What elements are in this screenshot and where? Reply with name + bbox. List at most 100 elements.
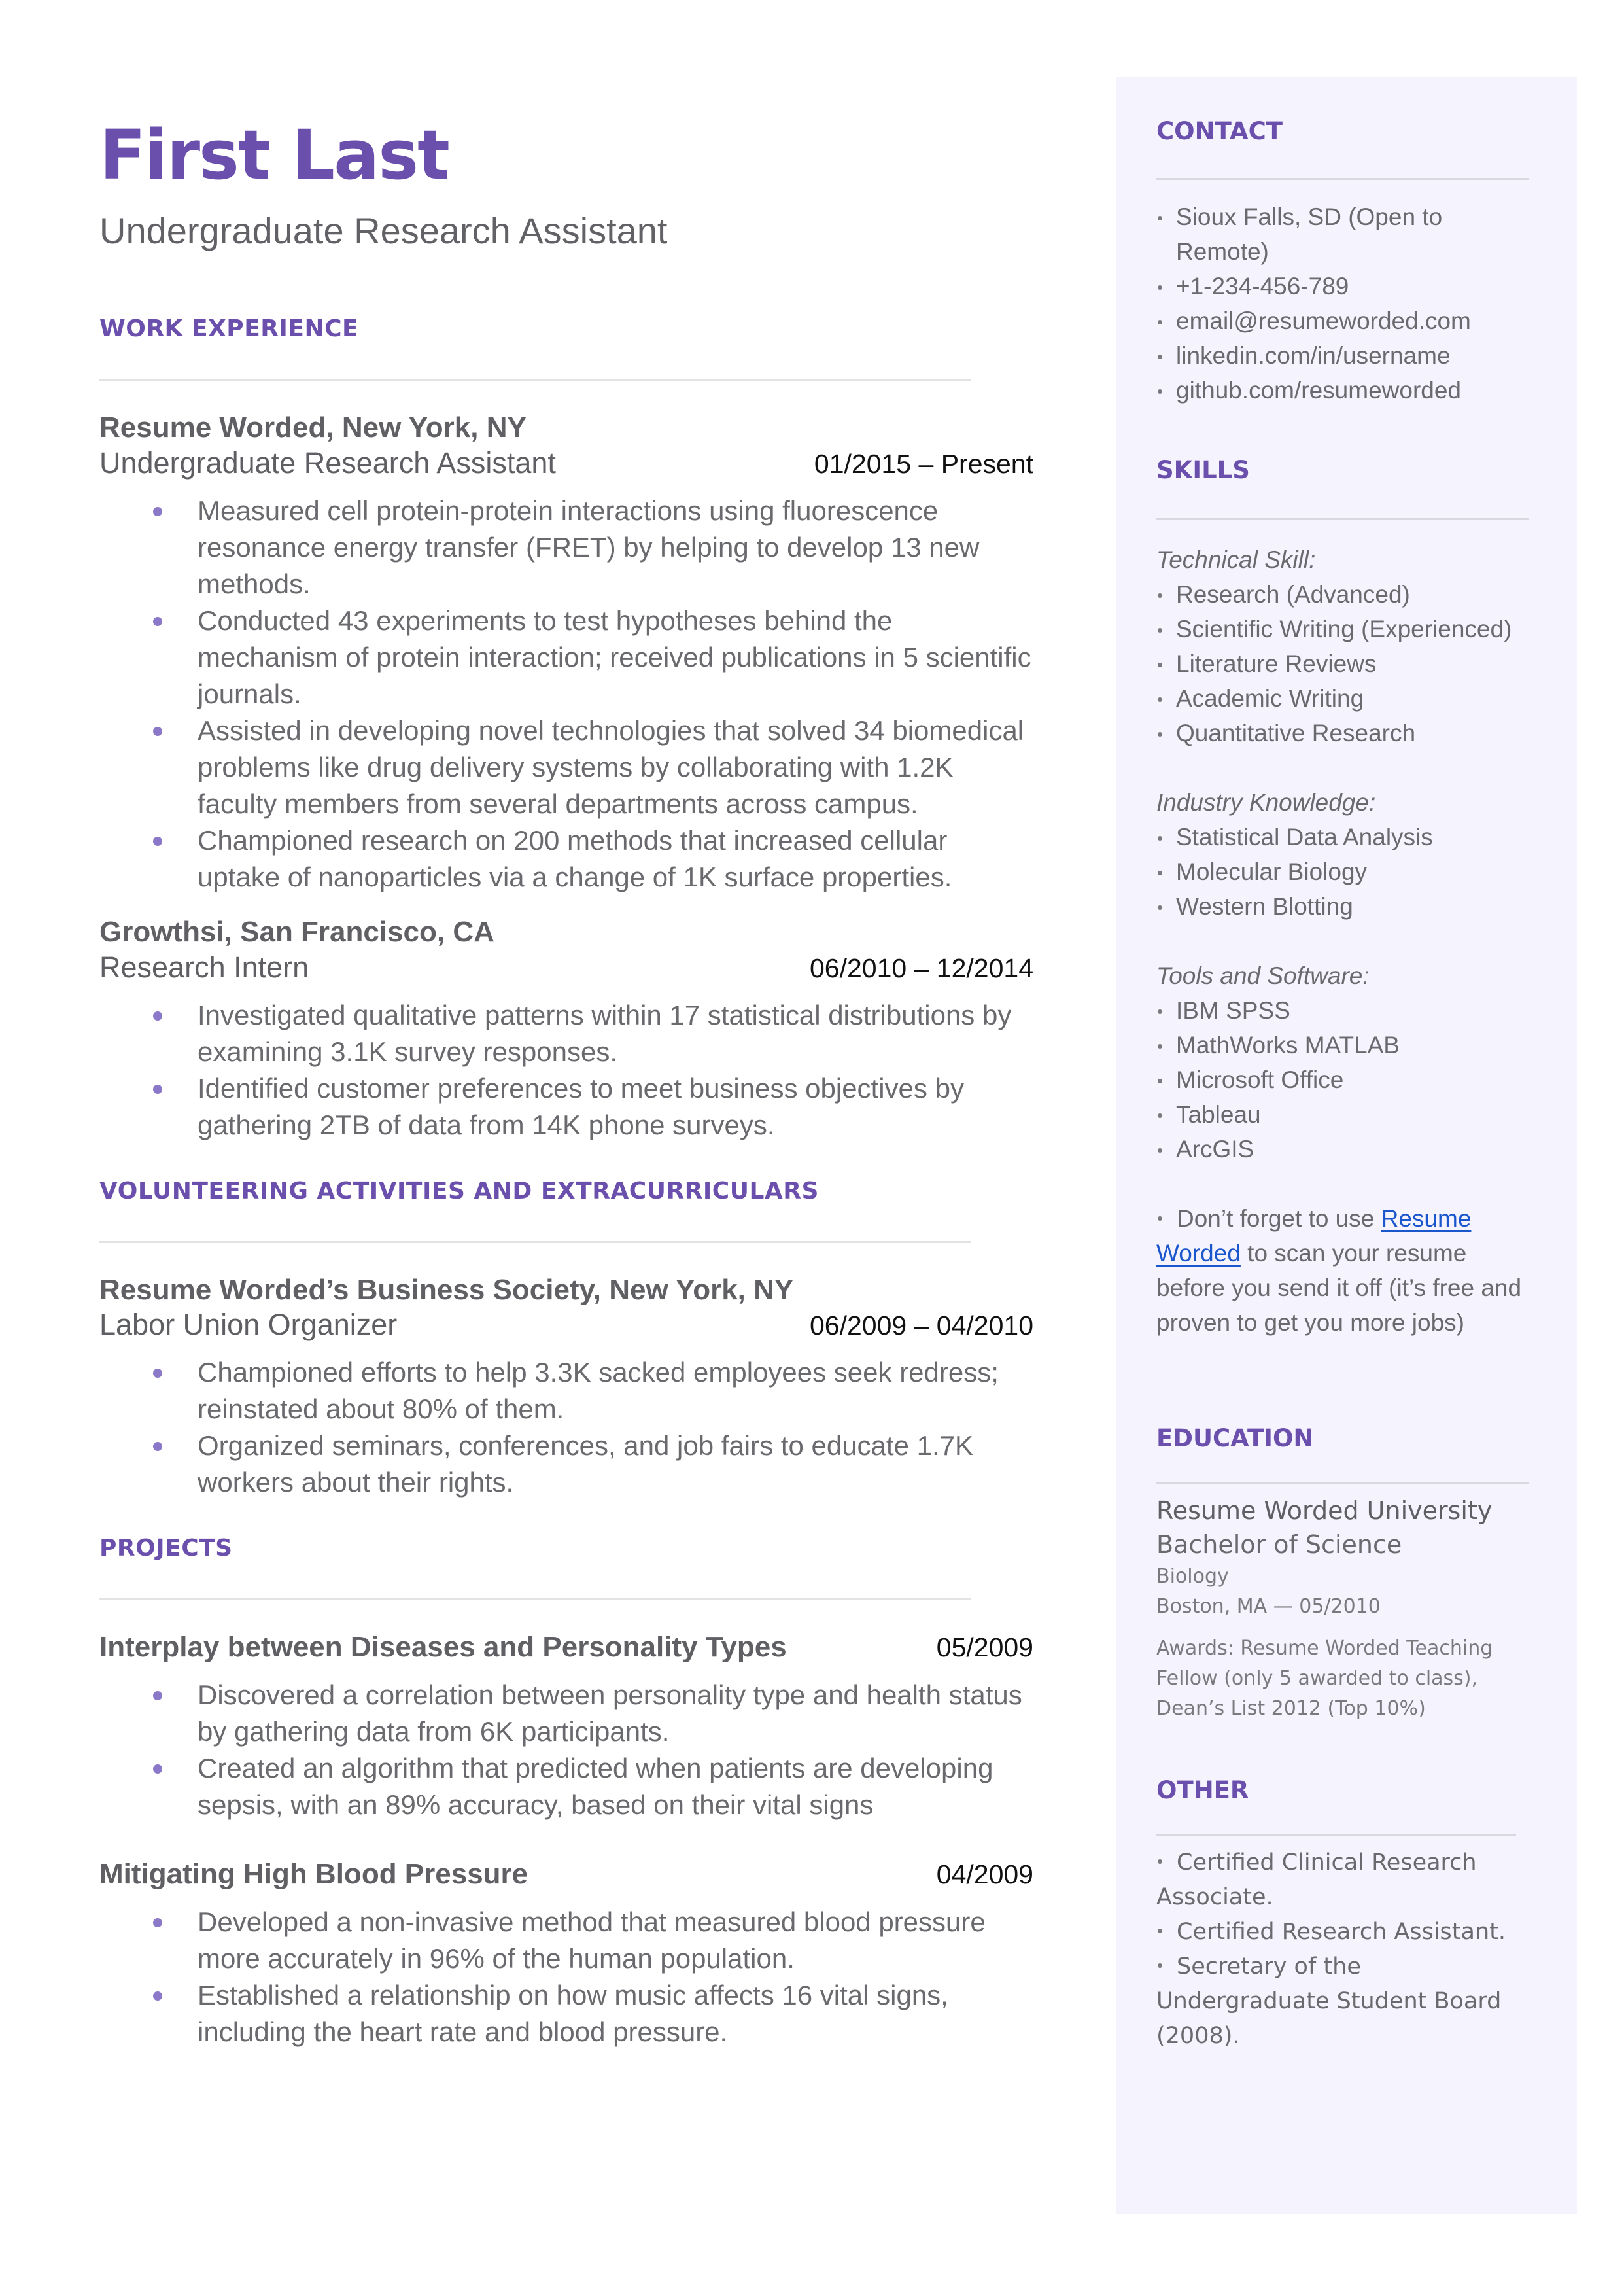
skill-list: IBM SPSS MathWorks MATLAB Microsoft Offi… (1156, 993, 1536, 1166)
bullet-dot-icon (153, 1369, 162, 1378)
bullet-dot-icon (153, 726, 162, 736)
section-divider (99, 1598, 971, 1601)
skill-item: IBM SPSS (1156, 993, 1536, 1028)
skill-group-label: Technical Skill: (1156, 546, 1316, 573)
bullet-dot-icon (1158, 836, 1162, 841)
work-entry: Growthsi, San Francisco, CA Research Int… (99, 915, 1033, 1144)
work-experience-section: WORK EXPERIENCE Resume Worded, New York,… (99, 315, 1033, 1144)
bullet-dot-icon (1158, 1963, 1162, 1968)
bullet-item: Established a relationship on how music … (99, 1977, 1033, 2050)
section-divider (1156, 1834, 1516, 1836)
bullet-dot-icon (1158, 216, 1162, 220)
skill-list: Research (Advanced) Scientific Writing (… (1156, 577, 1536, 750)
entry-date: 01/2015 – Present (814, 448, 1033, 479)
bullet-dot-icon (1158, 871, 1162, 875)
other-item: Certified Research Assistant. (1156, 1915, 1536, 1950)
bullet-dot-icon (1158, 905, 1162, 910)
resume-worded-tip: Don’t forget to use Resume Worded to sca… (1156, 1205, 1522, 1336)
contact-github[interactable]: github.com/resumeworded (1156, 373, 1536, 408)
bullet-dot-icon (153, 616, 162, 626)
contact-location: Sioux Falls, SD (Open to Remote) (1156, 200, 1536, 269)
bullet-item: Measured cell protein-protein interactio… (99, 493, 1033, 603)
skill-item: Literature Reviews (1156, 646, 1536, 681)
bullet-dot-icon (1158, 320, 1162, 324)
projects-section: PROJECTS Interplay between Diseases and … (99, 1535, 1033, 2050)
project-name: Mitigating High Blood Pressure (99, 1858, 528, 1891)
bullet-list: Measured cell protein-protein interactio… (99, 493, 1033, 896)
skill-group-label: Industry Knowledge: (1156, 789, 1376, 816)
contact-phone[interactable]: +1-234-456-789 (1156, 269, 1536, 304)
contact-section: CONTACT Sioux Falls, SD (Open to Remote)… (1156, 117, 1536, 408)
contact-email[interactable]: email@resumeworded.com (1156, 304, 1536, 338)
bullet-dot-icon (1158, 285, 1162, 290)
sidebar: CONTACT Sioux Falls, SD (Open to Remote)… (1116, 77, 1577, 2214)
education-degree: Bachelor of Science (1156, 1530, 1402, 1559)
section-title-other: OTHER (1156, 1776, 1249, 1804)
bullet-item: Identified customer preferences to meet … (99, 1070, 1033, 1144)
work-entry: Resume Worded, New York, NY Undergraduat… (99, 411, 1033, 896)
skill-group: Technical Skill: Research (Advanced) Sci… (1156, 542, 1536, 750)
project-name: Interplay between Diseases and Personali… (99, 1631, 787, 1664)
bullet-list: Investigated qualitative patterns within… (99, 997, 1033, 1144)
section-title-volunteering: VOLUNTEERING ACTIVITIES AND EXTRACURRICU… (99, 1177, 819, 1204)
bullet-dot-icon (1158, 663, 1162, 667)
bullet-dot-icon (1158, 1148, 1162, 1153)
skill-item: ArcGIS (1156, 1132, 1536, 1166)
entry-date: 06/2009 – 04/2010 (810, 1310, 1033, 1341)
section-title-projects: PROJECTS (99, 1535, 233, 1562)
bullet-dot-icon (153, 1918, 162, 1927)
bullet-dot-icon (1158, 1859, 1162, 1864)
skill-item: Molecular Biology (1156, 854, 1536, 889)
entry-organization: Growthsi, San Francisco, CA (99, 915, 494, 948)
bullet-dot-icon (153, 1691, 162, 1701)
bullet-dot-icon (1158, 697, 1162, 702)
skills-section: SKILLS Technical Skill: Research (Advanc… (1156, 456, 1536, 1340)
bullet-dot-icon (153, 836, 162, 846)
skill-group-label: Tools and Software: (1156, 962, 1370, 989)
skill-item: Microsoft Office (1156, 1062, 1536, 1097)
bullet-dot-icon (1158, 355, 1162, 359)
entry-role: Labor Union Organizer (99, 1308, 398, 1342)
project-entry: Mitigating High Blood Pressure 04/2009 D… (99, 1857, 1033, 2050)
entry-organization: Resume Worded’s Business Society, New Yo… (99, 1273, 794, 1306)
section-title-contact: CONTACT (1156, 117, 1283, 145)
skill-item: Research (Advanced) (1156, 577, 1536, 612)
entry-date: 05/2009 (936, 1632, 1033, 1663)
education-location-date: Boston, MA — 05/2010 (1156, 1595, 1381, 1618)
other-item: Certified Clinical Research Associate. (1156, 1849, 1477, 1910)
section-title-skills: SKILLS (1156, 456, 1250, 484)
bullet-dot-icon (1158, 1079, 1162, 1083)
bullet-dot-icon (1158, 628, 1162, 633)
section-title-work: WORK EXPERIENCE (99, 315, 359, 342)
section-title-education: EDUCATION (1156, 1424, 1314, 1452)
section-divider (1156, 1482, 1529, 1484)
entry-date: 06/2010 – 12/2014 (810, 953, 1033, 983)
education-awards: Awards: Resume Worded Teaching Fellow (o… (1156, 1637, 1493, 1720)
bullet-item: Investigated qualitative patterns within… (99, 997, 1033, 1070)
skill-group: Tools and Software: IBM SPSS MathWorks M… (1156, 958, 1536, 1166)
bullet-dot-icon (153, 1991, 162, 2001)
entry-role: Research Intern (99, 950, 309, 984)
skill-item: Academic Writing (1156, 681, 1536, 716)
bullet-dot-icon (1158, 389, 1162, 394)
bullet-dot-icon (153, 1084, 162, 1094)
section-divider (99, 378, 971, 381)
skill-item: Scientific Writing (Experienced) (1156, 612, 1536, 646)
contact-linkedin[interactable]: linkedin.com/in/username (1156, 338, 1536, 373)
entry-role: Undergraduate Research Assistant (99, 446, 556, 480)
bullet-dot-icon (1158, 1044, 1162, 1049)
bullet-item: Championed research on 200 methods that … (99, 822, 1033, 896)
skill-list: Statistical Data Analysis Molecular Biol… (1156, 820, 1536, 924)
bullet-dot-icon (1158, 1113, 1162, 1118)
bullet-dot-icon (1158, 593, 1162, 598)
section-divider (1156, 518, 1529, 520)
bullet-item: Assisted in developing novel technologie… (99, 712, 1033, 822)
bullet-dot-icon (153, 506, 162, 516)
other-section: OTHER Certified Clinical Research Associ… (1156, 1776, 1536, 2054)
section-divider (1156, 178, 1529, 180)
education-school: Resume Worded University (1156, 1496, 1493, 1525)
entry-organization: Resume Worded, New York, NY (99, 411, 527, 444)
skill-group: Industry Knowledge: Statistical Data Ana… (1156, 785, 1536, 924)
bullet-list: Championed efforts to help 3.3K sacked e… (99, 1354, 1033, 1501)
main-column: First Last Undergraduate Research Assist… (99, 118, 1033, 2050)
